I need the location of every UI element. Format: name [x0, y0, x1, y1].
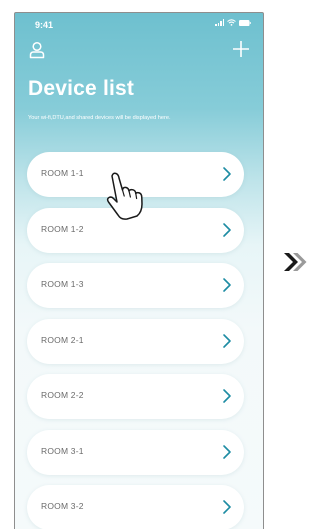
- status-time: 9:41: [35, 20, 54, 30]
- chevron-right-icon: [222, 388, 232, 404]
- signal-icon: [215, 19, 224, 26]
- room-label: ROOM 3-1: [41, 445, 84, 456]
- double-chevron-right-icon: [282, 251, 310, 273]
- plus-icon[interactable]: [231, 39, 251, 59]
- room-item[interactable]: ROOM 2-2: [27, 374, 244, 419]
- status-icons: [215, 19, 251, 26]
- chevron-right-icon: [222, 499, 232, 515]
- page-title: Device list: [28, 77, 135, 100]
- room-label: ROOM 1-2: [41, 223, 84, 234]
- room-item[interactable]: ROOM 3-1: [27, 429, 244, 475]
- chevron-right-icon: [222, 277, 232, 293]
- tap-hand-icon: [103, 170, 149, 222]
- battery-icon: [239, 19, 251, 26]
- wifi-icon: [227, 19, 236, 26]
- chevron-right-icon: [222, 444, 232, 460]
- phone-screen: 9:41 Device list Your wi-fi,DTU,and shar…: [14, 12, 264, 529]
- user-icon[interactable]: [29, 41, 45, 59]
- page-subtitle: Your wi-fi,DTU,and shared devices will b…: [28, 115, 171, 121]
- room-label: ROOM 3-2: [41, 501, 84, 511]
- room-item[interactable]: ROOM 1-3: [27, 263, 244, 308]
- room-label: ROOM 1-3: [41, 279, 84, 289]
- room-label: ROOM 1-1: [41, 168, 84, 178]
- chevron-right-icon: [222, 333, 232, 349]
- screenshot-stage: 9:41 Device list Your wi-fi,DTU,and shar…: [0, 0, 315, 529]
- chevron-right-icon: [222, 166, 232, 182]
- chevron-right-icon: [222, 222, 232, 238]
- top-nav: [15, 39, 263, 63]
- room-item[interactable]: ROOM 2-1: [27, 318, 244, 364]
- room-label: ROOM 2-1: [41, 334, 84, 345]
- room-label: ROOM 2-2: [41, 390, 84, 400]
- room-item[interactable]: ROOM 3-2: [27, 485, 244, 529]
- status-bar: 9:41: [15, 13, 263, 39]
